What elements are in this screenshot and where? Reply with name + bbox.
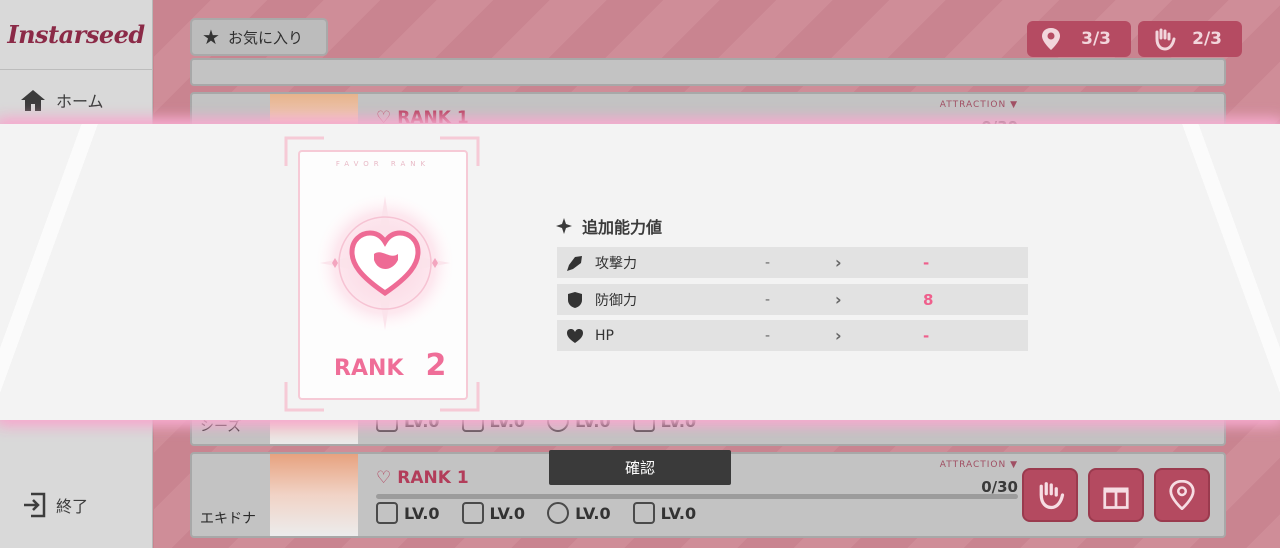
chevron-right-icon: ›	[835, 253, 842, 272]
sparkle-icon	[556, 218, 572, 234]
rank-value: 1	[456, 468, 469, 488]
plant-icon	[461, 502, 484, 524]
chevron-right-icon: ›	[835, 290, 842, 309]
hand-icon	[1039, 482, 1065, 510]
skill-icon	[376, 502, 398, 524]
app-logo: Instarseed	[0, 0, 152, 70]
favorites-label: お気に入り	[227, 28, 303, 47]
exit-icon	[24, 492, 46, 518]
shield-icon	[566, 291, 584, 309]
stat-before: -	[765, 327, 771, 344]
hand-icon	[1155, 28, 1176, 51]
touch-counter[interactable]: 2/3	[1138, 21, 1242, 57]
stat-after: 8	[923, 290, 934, 309]
location-counter[interactable]: 3/3	[1027, 21, 1131, 57]
heart-icon	[566, 327, 584, 345]
map-pin-icon	[1042, 28, 1060, 50]
stat-row-attack: 攻撃力 - › -	[557, 247, 1028, 278]
sidebar-item-label: ホーム	[56, 92, 104, 111]
bonus-stats-title: 追加能力値	[556, 214, 662, 238]
home-icon	[21, 90, 45, 111]
character-portrait	[270, 454, 358, 536]
favor-rank-caption: FAVOR RANK	[335, 160, 431, 168]
gift-icon	[1103, 487, 1129, 509]
attraction-label: ATTRACTION ▼	[939, 100, 1018, 110]
star-icon: ★	[202, 25, 220, 49]
attraction-progress-bar	[376, 494, 1018, 499]
touch-button[interactable]	[1022, 468, 1078, 522]
rank-up-popup: FAVOR RANK RANK 2 追加能力値 攻撃力 - › - 防御力 - …	[0, 124, 1280, 420]
favorites-button[interactable]: ★ お気に入り	[190, 18, 328, 56]
map-pin-icon	[1169, 480, 1195, 510]
level-row: LV.0 LV.0 LV.0 LV.0	[376, 502, 696, 524]
stat-name: 攻撃力	[595, 255, 637, 272]
character-card-partial[interactable]	[190, 58, 1226, 86]
sword-icon	[566, 254, 584, 272]
stat-name: HP	[595, 327, 614, 344]
action-buttons	[1022, 468, 1210, 522]
boot-icon	[632, 502, 655, 524]
level-item: LV.0	[461, 502, 525, 524]
bonus-stats-label: 追加能力値	[582, 218, 663, 237]
location-count: 3/3	[1081, 29, 1111, 49]
level-item: LV.0	[376, 502, 440, 524]
stat-before: -	[765, 254, 771, 271]
rank-label: RANK	[334, 356, 404, 381]
sidebar-item-home[interactable]: ホーム	[20, 88, 104, 112]
rank-value: 2	[425, 348, 447, 383]
stat-name: 防御力	[595, 292, 637, 309]
confirm-button[interactable]: 確認	[549, 450, 731, 485]
stat-row-hp: HP - › -	[557, 320, 1028, 351]
stat-after: -	[923, 253, 930, 272]
stat-row-defense: 防御力 - › 8	[557, 284, 1028, 315]
heart-emblem-icon	[313, 191, 457, 335]
character-name: エキドナ	[200, 511, 256, 527]
favor-rank-card: FAVOR RANK RANK 2	[298, 150, 468, 400]
rank-label: RANK	[397, 468, 451, 488]
stat-after: -	[923, 326, 930, 345]
exit-label: 終了	[56, 497, 89, 516]
level-item: LV.0	[632, 502, 696, 524]
exit-button[interactable]: 終了	[22, 492, 88, 518]
attraction-label: ATTRACTION ▼	[939, 460, 1018, 470]
rank-indicator: ♡ RANK 1	[376, 468, 469, 488]
touch-count: 2/3	[1192, 29, 1222, 49]
gift-button[interactable]	[1088, 468, 1144, 522]
rank-display: RANK 2	[334, 348, 446, 383]
target-icon	[547, 502, 570, 524]
location-button[interactable]	[1154, 468, 1210, 522]
chevron-right-icon: ›	[835, 326, 842, 345]
heart-icon: ♡	[376, 468, 392, 488]
stat-before: -	[765, 291, 771, 308]
level-item: LV.0	[547, 502, 611, 524]
